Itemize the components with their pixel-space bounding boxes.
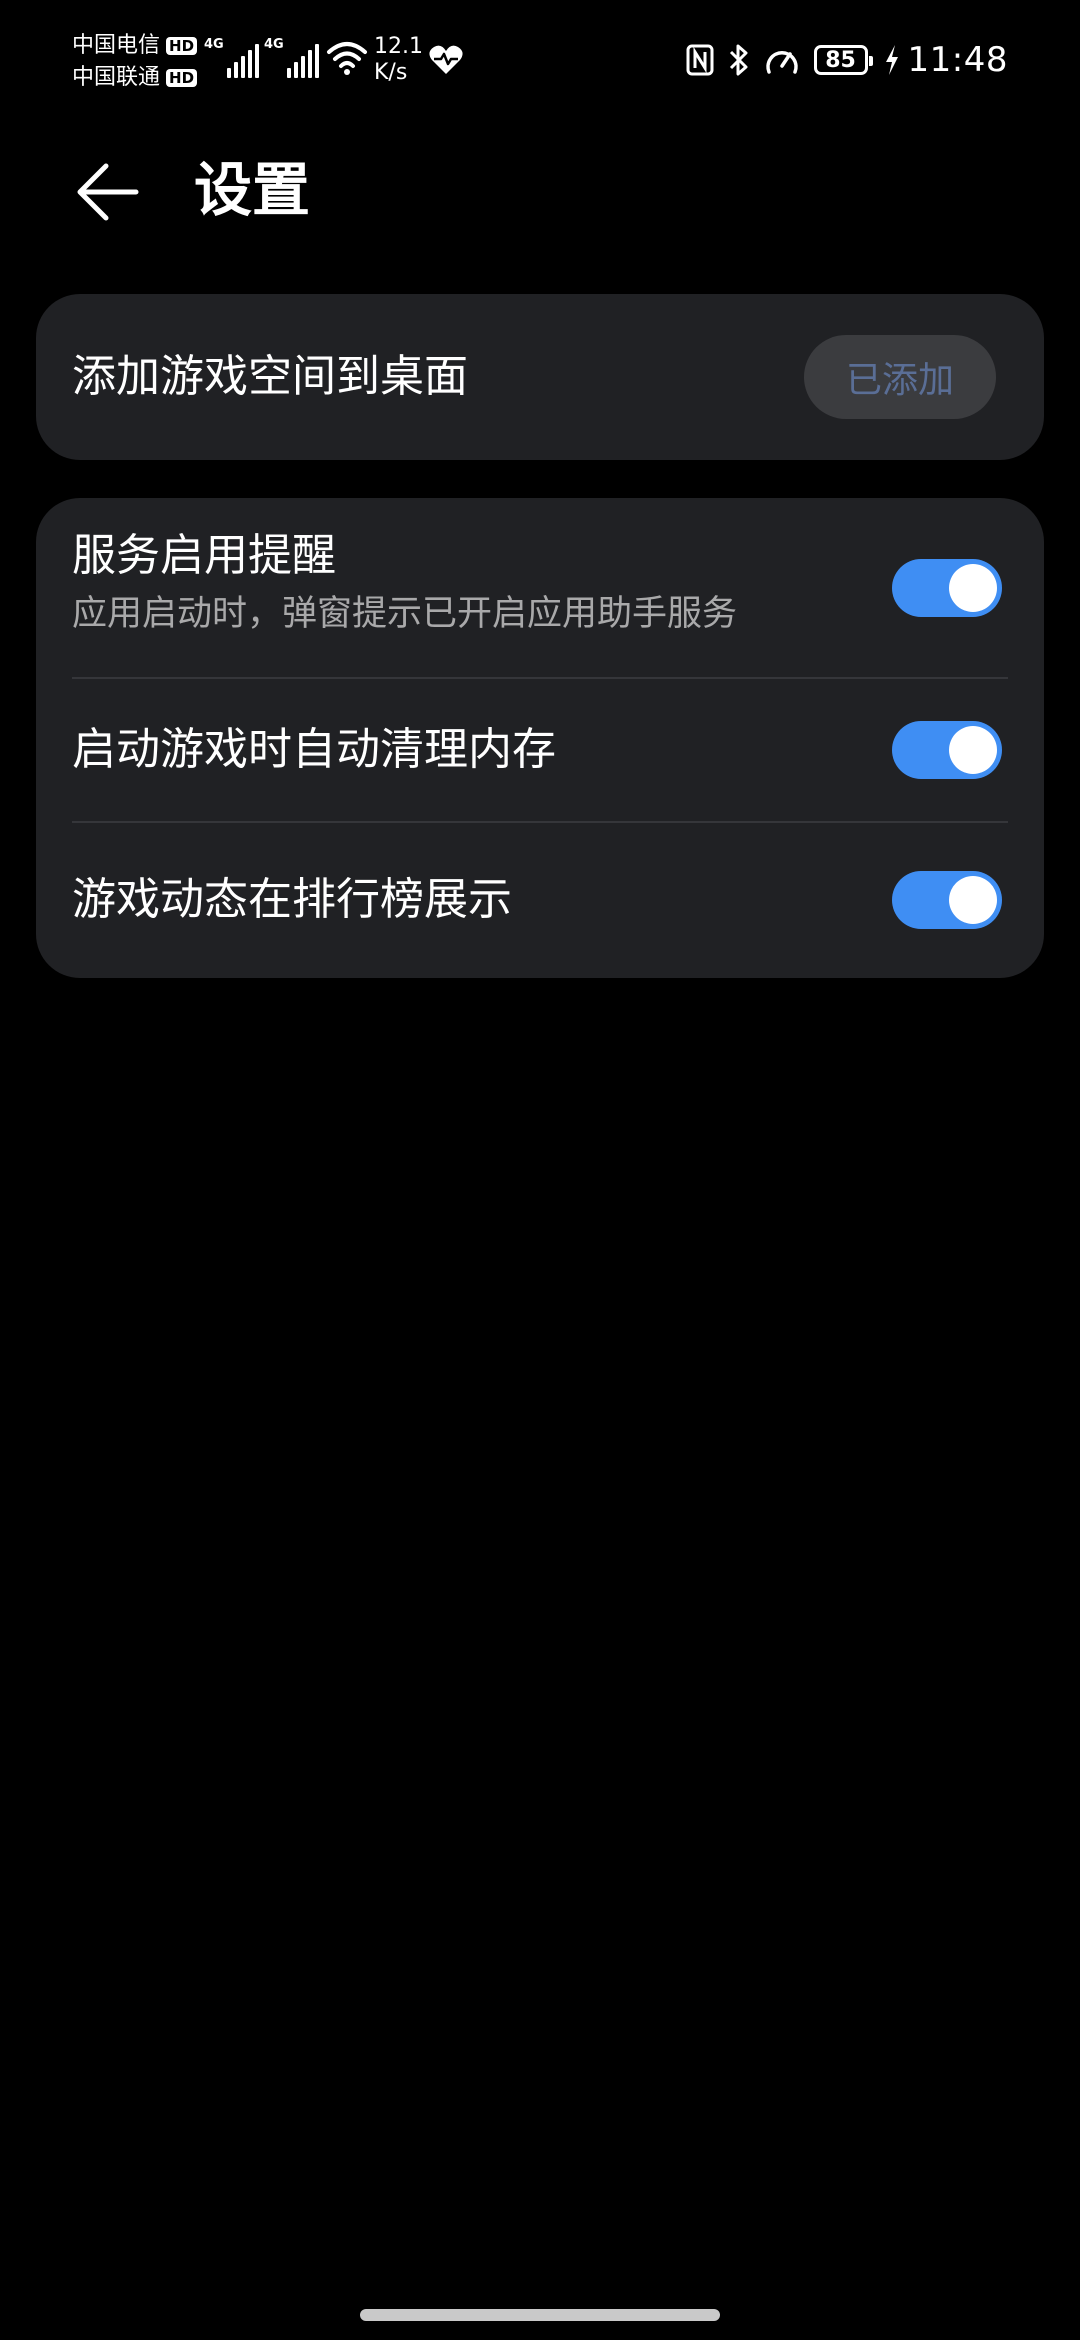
signal-1-icon: 4G bbox=[204, 38, 262, 78]
speedometer-icon bbox=[764, 44, 800, 76]
signal-2-icon: 4G bbox=[264, 38, 322, 78]
carrier-info: 中国电信 HD 中国联通 HD bbox=[72, 30, 198, 94]
add-to-desktop-card: 添加游戏空间到桌面 已添加 bbox=[36, 294, 1044, 460]
charging-bolt-icon bbox=[884, 44, 900, 76]
status-right-icons: 85 11:48 bbox=[672, 36, 1008, 84]
home-indicator[interactable] bbox=[360, 2309, 720, 2321]
net-speed-unit: K/s bbox=[374, 60, 408, 85]
toggle-knob bbox=[949, 876, 997, 924]
added-button[interactable]: 已添加 bbox=[804, 335, 996, 419]
arrow-left-icon bbox=[77, 163, 139, 221]
signal-1-tag: 4G bbox=[204, 37, 224, 52]
setting-label: 启动游戏时自动清理内存 bbox=[72, 724, 556, 775]
toggle-knob bbox=[949, 564, 997, 612]
wifi-icon bbox=[326, 38, 368, 80]
toggle-knob bbox=[949, 726, 997, 774]
divider bbox=[72, 677, 1008, 679]
hd-badge: HD bbox=[166, 69, 198, 87]
setting-label: 游戏动态在排行榜展示 bbox=[72, 874, 512, 925]
battery-level: 85 bbox=[825, 47, 856, 73]
service-reminder-toggle[interactable] bbox=[892, 559, 1002, 617]
carrier-2-name: 中国联通 bbox=[72, 65, 161, 90]
setting-label: 服务启用提醒 bbox=[72, 530, 336, 581]
page-title: 设置 bbox=[194, 156, 311, 224]
back-button[interactable] bbox=[66, 150, 150, 234]
health-heart-icon bbox=[428, 44, 464, 80]
add-to-desktop-label: 添加游戏空间到桌面 bbox=[72, 351, 468, 402]
battery-icon: 85 bbox=[813, 45, 873, 75]
status-bar: 中国电信 HD 中国联通 HD 4G 4G 12.1 K/s 85 11:48 bbox=[0, 0, 1080, 120]
status-time: 11:48 bbox=[907, 40, 1008, 80]
nfc-icon bbox=[686, 44, 714, 76]
net-speed-value: 12.1 bbox=[374, 34, 423, 59]
net-speed: 12.1 K/s bbox=[374, 34, 423, 86]
setting-subtitle: 应用启动时，弹窗提示已开启应用助手服务 bbox=[72, 594, 738, 634]
settings-card: 服务启用提醒 应用启动时，弹窗提示已开启应用助手服务 启动游戏时自动清理内存 游… bbox=[36, 498, 1044, 978]
auto-clean-memory-toggle[interactable] bbox=[892, 721, 1002, 779]
bluetooth-icon bbox=[728, 43, 750, 77]
divider bbox=[72, 821, 1008, 823]
app-header: 设置 bbox=[0, 140, 1080, 240]
signal-2-tag: 4G bbox=[264, 37, 284, 52]
hd-badge: HD bbox=[166, 37, 198, 55]
carrier-1-name: 中国电信 bbox=[72, 33, 161, 58]
leaderboard-display-toggle[interactable] bbox=[892, 871, 1002, 929]
